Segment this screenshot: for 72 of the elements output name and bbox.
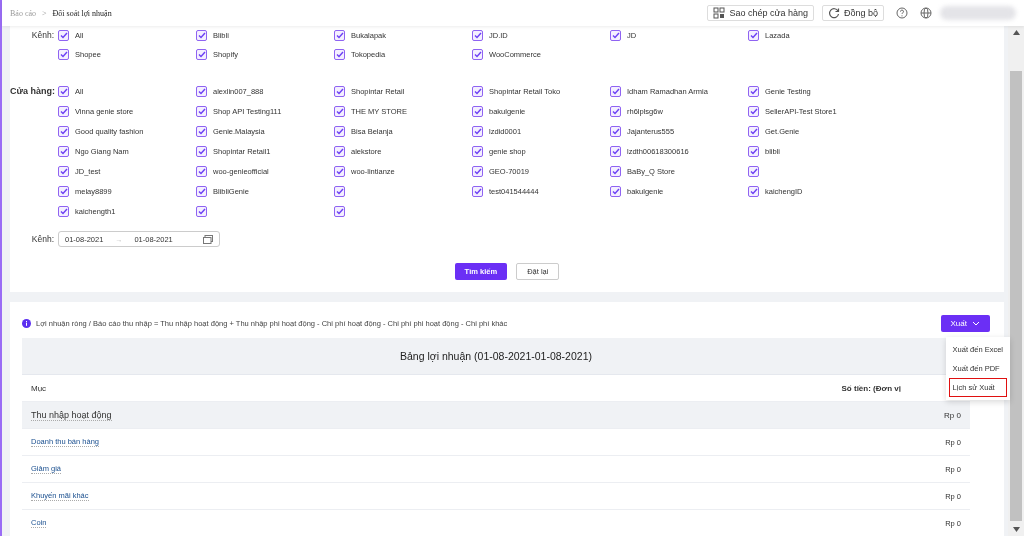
checkbox[interactable]: [472, 85, 483, 97]
checkbox[interactable]: [334, 205, 345, 217]
help-icon[interactable]: [896, 7, 908, 19]
checkbox[interactable]: [58, 29, 69, 41]
copy-store-button[interactable]: Sao chép cửa hàng: [707, 5, 814, 21]
checkbox[interactable]: [334, 85, 345, 97]
calendar-icon: [203, 234, 213, 244]
checkbox[interactable]: [748, 145, 759, 157]
column-header: Số tiền: (Đơn vị: [841, 383, 901, 393]
checkbox[interactable]: [610, 165, 621, 177]
checkbox[interactable]: [58, 185, 69, 197]
checkbox[interactable]: [196, 105, 207, 117]
checkbox[interactable]: [334, 145, 345, 157]
checkbox[interactable]: [196, 29, 207, 41]
checkbox[interactable]: [472, 105, 483, 117]
amount-cell: Rp 0: [944, 410, 961, 420]
checkbox[interactable]: [196, 185, 207, 197]
export-button[interactable]: Xuất: [940, 314, 990, 332]
checkbox[interactable]: [334, 125, 345, 137]
breadcrumb-separator: >: [42, 8, 47, 18]
copy-icon: [713, 7, 726, 19]
column-header: Mục: [31, 383, 47, 393]
refresh-icon: [827, 7, 840, 19]
scroll-down-icon[interactable]: [1012, 527, 1020, 532]
scroll-up-icon[interactable]: [1012, 30, 1020, 35]
checkbox[interactable]: [334, 165, 345, 177]
checkbox[interactable]: [196, 205, 207, 217]
checkbox[interactable]: [610, 125, 621, 137]
checkbox[interactable]: [472, 145, 483, 157]
checkbox[interactable]: [748, 165, 759, 177]
checkbox[interactable]: [58, 85, 69, 97]
scrollbar[interactable]: [1008, 26, 1024, 536]
store-label: Cửa hàng:: [10, 86, 57, 96]
checkbox[interactable]: [334, 48, 345, 60]
checkbox[interactable]: [472, 185, 483, 197]
checkbox[interactable]: [58, 48, 69, 60]
checkbox[interactable]: [334, 105, 345, 117]
checkbox[interactable]: [196, 125, 207, 137]
checkbox[interactable]: [472, 125, 483, 137]
sync-button[interactable]: Đồng bộ: [821, 5, 884, 21]
checkbox[interactable]: [472, 48, 483, 60]
date-label: Kênh:: [30, 234, 55, 244]
checkbox[interactable]: [196, 165, 207, 177]
checkbox[interactable]: [472, 29, 483, 41]
breadcrumb-current: Đối soát lợi nhuận: [52, 8, 112, 18]
checkbox[interactable]: [748, 125, 759, 137]
checkbox[interactable]: [748, 105, 759, 117]
checkbox[interactable]: [58, 165, 69, 177]
scroll-thumb[interactable]: [1010, 71, 1022, 521]
checkbox[interactable]: [334, 185, 345, 197]
checkbox[interactable]: [748, 85, 759, 97]
checkbox[interactable]: [472, 165, 483, 177]
checkbox[interactable]: [58, 105, 69, 117]
checkbox[interactable]: [748, 29, 759, 41]
checkbox[interactable]: [334, 29, 345, 41]
chevron-down-icon: [972, 320, 980, 326]
checkbox[interactable]: [610, 29, 621, 41]
row-label: Thu nhập hoạt động: [31, 409, 112, 421]
checkbox[interactable]: [58, 205, 69, 217]
checkbox[interactable]: [610, 85, 621, 97]
info-icon: [22, 318, 31, 328]
checkbox[interactable]: [610, 105, 621, 117]
globe-icon[interactable]: [920, 7, 932, 19]
checkbox[interactable]: [196, 48, 207, 60]
checkbox[interactable]: [610, 145, 621, 157]
checkbox[interactable]: [58, 125, 69, 137]
checkbox[interactable]: [58, 145, 69, 157]
checkbox[interactable]: [196, 145, 207, 157]
checkbox[interactable]: [610, 185, 621, 197]
checkbox[interactable]: [196, 85, 207, 97]
channel-label: Kênh:: [30, 30, 55, 40]
checkbox[interactable]: [748, 185, 759, 197]
